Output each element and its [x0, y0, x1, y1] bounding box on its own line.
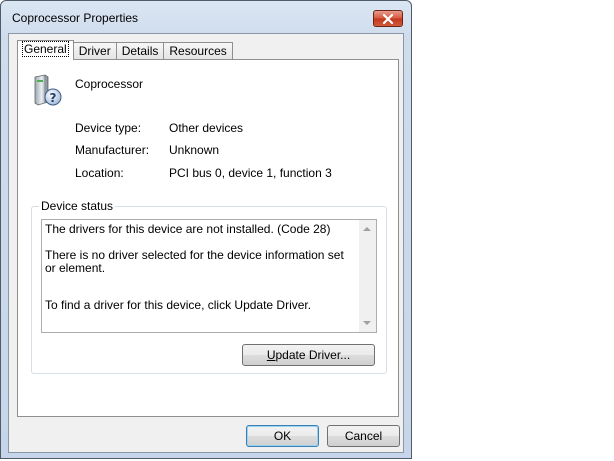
tab-details[interactable]: Details — [115, 42, 165, 60]
manufacturer-label: Manufacturer: — [75, 143, 150, 157]
location-label: Location: — [75, 166, 124, 180]
device-status-title: Device status — [39, 199, 116, 213]
unknown-device-icon: ? — [29, 74, 65, 108]
svg-text:?: ? — [50, 91, 57, 105]
title-bar[interactable]: Coprocessor Properties — [1, 1, 411, 33]
vertical-scrollbar[interactable] — [359, 220, 376, 332]
manufacturer-value: Unknown — [169, 143, 220, 157]
update-driver-button[interactable]: Update Driver... — [242, 344, 375, 366]
location-value: PCI bus 0, device 1, function 3 — [169, 166, 332, 180]
tab-driver[interactable]: Driver — [72, 42, 117, 60]
close-button[interactable] — [373, 10, 403, 27]
status-line-detail: There is no driver selected for the devi… — [45, 248, 344, 275]
window-title: Coprocessor Properties — [12, 11, 139, 25]
status-line-hint: To find a driver for this device, click … — [45, 298, 312, 312]
device-status-text: The drivers for this device are not inst… — [45, 223, 355, 312]
device-status-group: Device status The drivers for this devic… — [31, 199, 387, 374]
dialog-body: General Driver Details Resources ? Copro… — [8, 33, 404, 453]
tab-general[interactable]: General — [17, 40, 74, 60]
tab-resources[interactable]: Resources — [163, 42, 233, 60]
device-type-value: Other devices — [169, 121, 244, 135]
ok-button[interactable]: OK — [246, 425, 319, 447]
device-type-label: Device type: — [75, 121, 142, 135]
scroll-down-icon[interactable] — [363, 321, 371, 325]
general-panel: ? Coprocessor Device type: Other devices… — [17, 59, 399, 417]
cancel-button[interactable]: Cancel — [327, 425, 400, 447]
device-name: Coprocessor — [75, 77, 144, 91]
status-line-code: The drivers for this device are not inst… — [45, 222, 331, 236]
device-status-textbox[interactable]: The drivers for this device are not inst… — [41, 219, 377, 333]
properties-window: Coprocessor Properties General Driver De… — [0, 0, 412, 459]
close-icon — [382, 13, 394, 24]
tab-strip: General Driver Details Resources — [17, 40, 233, 60]
scroll-up-icon[interactable] — [363, 227, 371, 231]
